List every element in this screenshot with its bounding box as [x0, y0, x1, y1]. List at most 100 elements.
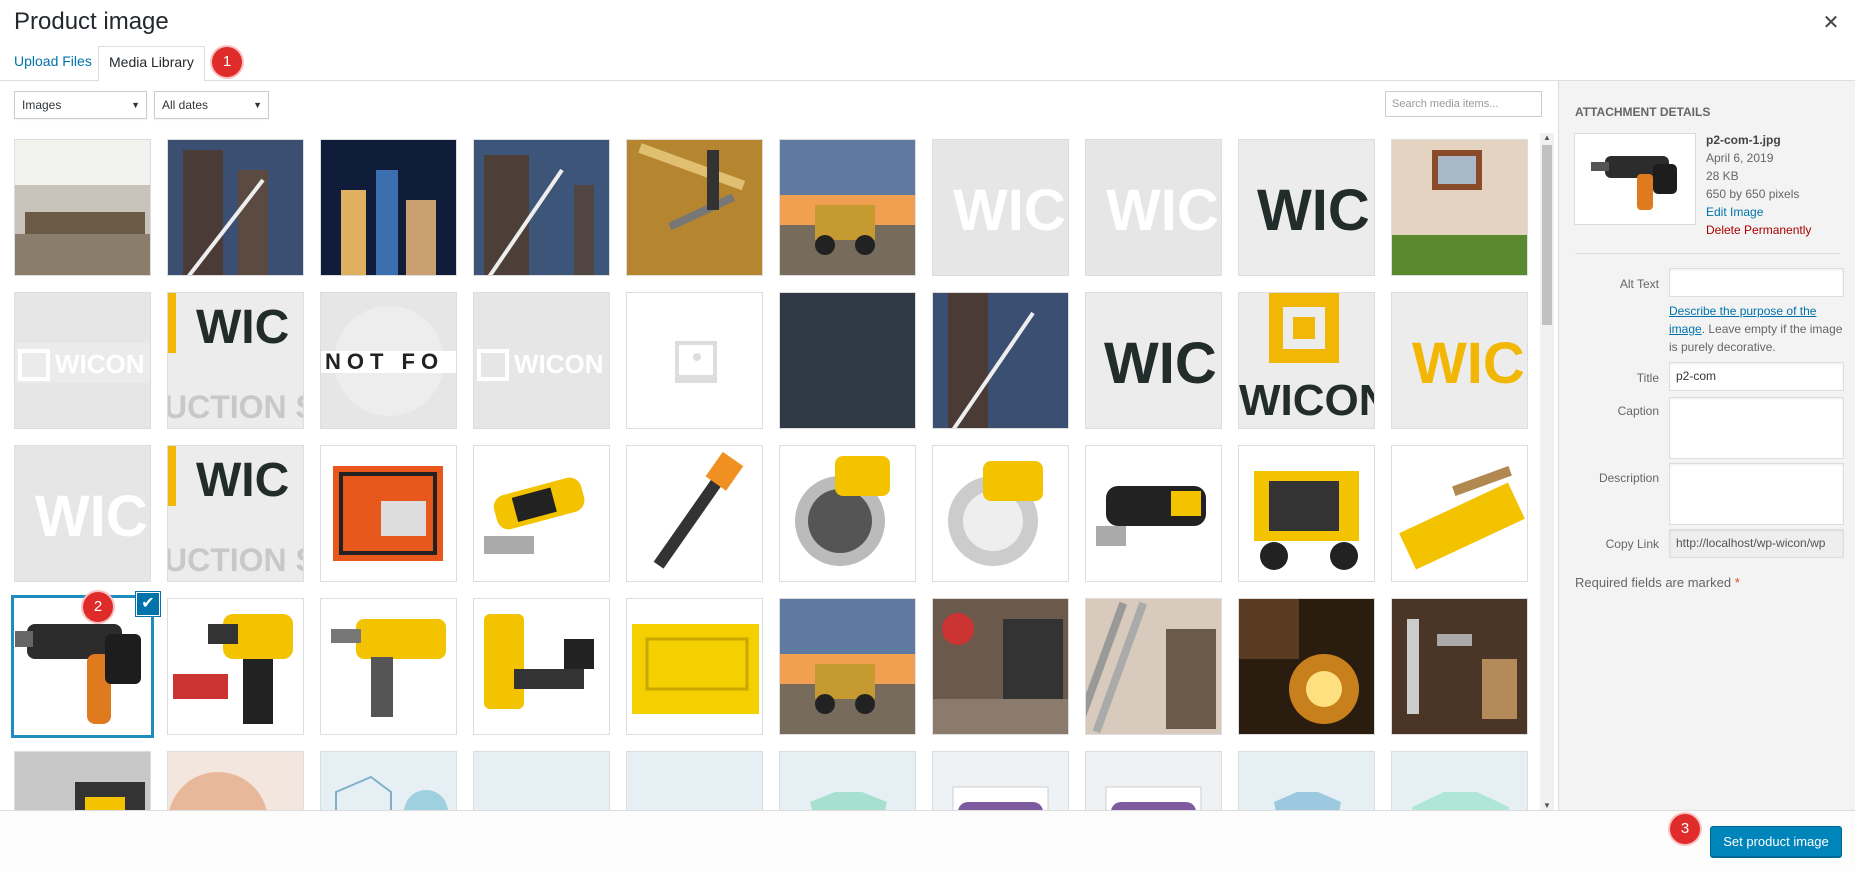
caption-field[interactable] — [1669, 397, 1844, 459]
attachment-tile[interactable] — [1238, 751, 1375, 810]
scroll-down-icon[interactable]: ▼ — [1543, 801, 1551, 810]
attachment-thumbnail — [627, 140, 762, 275]
attachment-tile[interactable]: WOO — [1085, 751, 1222, 810]
attachment-tile[interactable]: WIC UCTION S — [167, 292, 304, 429]
attachment-tile[interactable] — [779, 445, 916, 582]
alt-text-help: Describe the purpose of the image. Leave… — [1669, 302, 1849, 356]
alt-text-field[interactable] — [1669, 268, 1844, 297]
title-field[interactable]: p2-com — [1669, 362, 1844, 391]
attachment-tile[interactable] — [473, 139, 610, 276]
attachment-tile[interactable] — [473, 445, 610, 582]
attachment-tile[interactable] — [1391, 598, 1528, 735]
attachment-tile[interactable]: WICON — [1238, 292, 1375, 429]
attachment-tile[interactable] — [320, 751, 457, 810]
attachment-thumbnail — [780, 446, 915, 581]
modal-footer — [0, 810, 1855, 871]
media-type-select[interactable]: Images ▼ — [14, 91, 147, 119]
attachment-tile[interactable]: WIC — [1391, 292, 1528, 429]
close-icon[interactable]: ✕ — [1817, 8, 1845, 36]
attachment-thumbnail — [1239, 752, 1374, 810]
attachment-tile[interactable] — [167, 139, 304, 276]
attachment-thumbnail — [780, 599, 915, 734]
details-meta: p2-com-1.jpg April 6, 2019 28 KB 650 by … — [1706, 131, 1811, 239]
attachment-tile[interactable] — [1085, 598, 1222, 735]
attachment-tile[interactable]: WIC UCTION S — [167, 445, 304, 582]
edit-image-link[interactable]: Edit Image — [1706, 203, 1811, 221]
copy-link-label: Copy Link — [1605, 537, 1659, 551]
scrollbar-thumb[interactable] — [1542, 145, 1552, 325]
attachment-tile[interactable] — [1391, 445, 1528, 582]
attachment-thumbnail — [474, 752, 609, 810]
attachment-tile[interactable] — [932, 292, 1069, 429]
attachment-thumbnail — [1392, 140, 1527, 275]
attachment-tile[interactable] — [626, 751, 763, 810]
attachments-grid: WICWICWICWICONWICUCTION SNOT FOWICONWICW… — [0, 133, 1530, 810]
attachment-tile[interactable]: WIC — [932, 139, 1069, 276]
attachment-thumbnail — [321, 752, 456, 810]
attachment-tile[interactable]: NOT FO — [320, 292, 457, 429]
scroll-up-icon[interactable]: ▲ — [1543, 133, 1551, 142]
description-field[interactable] — [1669, 463, 1844, 525]
attachment-thumbnail — [627, 599, 762, 734]
attachment-tile[interactable] — [779, 598, 916, 735]
details-heading: Attachment Details — [1575, 105, 1711, 119]
attachment-tile[interactable]: WIC — [1085, 292, 1222, 429]
attachment-tile[interactable] — [473, 751, 610, 810]
attachment-tile[interactable]: WIC — [1085, 139, 1222, 276]
grid-scrollbar[interactable]: ▲ ▼ — [1540, 133, 1554, 810]
attachment-tile[interactable] — [14, 139, 151, 276]
attachment-tile[interactable] — [1238, 598, 1375, 735]
attachment-thumbnail — [1392, 599, 1527, 734]
attachment-tile[interactable] — [167, 751, 304, 810]
required-star: * — [1734, 575, 1740, 590]
copy-link-field[interactable]: http://localhost/wp-wicon/wp — [1669, 529, 1844, 558]
search-media-input[interactable]: Search media items... — [1385, 91, 1542, 117]
attachment-thumbnail — [168, 752, 303, 810]
attachment-tile[interactable] — [320, 598, 457, 735]
attachment-thumbnail — [1239, 446, 1374, 581]
attachment-tile[interactable]: WOO — [932, 751, 1069, 810]
delete-permanently-link[interactable]: Delete Permanently — [1706, 221, 1811, 239]
attachment-tile[interactable] — [1391, 751, 1528, 810]
svg-text:WICON: WICON — [514, 349, 604, 379]
attachment-tile[interactable] — [626, 445, 763, 582]
svg-text:WIC: WIC — [196, 301, 289, 354]
required-note-text: Required fields are marked — [1575, 575, 1732, 590]
attachment-tile[interactable] — [626, 292, 763, 429]
attachment-tile[interactable] — [779, 751, 916, 810]
attachment-tile[interactable] — [626, 139, 763, 276]
attachment-tile[interactable] — [14, 751, 151, 810]
description-label: Description — [1598, 471, 1659, 485]
attachment-tile[interactable] — [932, 598, 1069, 735]
svg-text:WIC: WIC — [196, 454, 289, 507]
attachment-thumbnail — [1392, 752, 1527, 810]
attachment-tile[interactable] — [1085, 445, 1222, 582]
attachment-thumbnail — [627, 293, 762, 428]
attachment-tile[interactable] — [320, 139, 457, 276]
attachment-thumbnail: WIC UCTION S — [168, 293, 303, 428]
attachment-tile[interactable] — [167, 598, 304, 735]
selected-check-icon[interactable]: ✔ — [136, 592, 160, 616]
attachment-tile[interactable]: WICON — [14, 292, 151, 429]
attachment-tile[interactable] — [626, 598, 763, 735]
attachment-tile[interactable]: WICON — [473, 292, 610, 429]
attachment-tile[interactable]: WIC — [1238, 139, 1375, 276]
attachment-thumbnail — [933, 446, 1068, 581]
details-thumbnail — [1575, 134, 1695, 224]
attachment-tile[interactable] — [1391, 139, 1528, 276]
set-product-image-button[interactable]: Set product image — [1710, 826, 1842, 857]
attachment-tile[interactable]: WIC — [14, 445, 151, 582]
tab-upload-files[interactable]: Upload Files — [4, 46, 102, 81]
attachment-tile[interactable] — [932, 445, 1069, 582]
tab-media-library[interactable]: Media Library — [98, 46, 205, 82]
attachment-tile[interactable] — [320, 445, 457, 582]
attachment-tile[interactable] — [779, 139, 916, 276]
attachment-tile[interactable] — [1238, 445, 1375, 582]
date-filter-select[interactable]: All dates ▼ — [154, 91, 269, 119]
attachment-thumbnail: WIC — [15, 446, 150, 581]
attachment-tile[interactable] — [779, 292, 916, 429]
attachment-tile[interactable] — [11, 595, 154, 738]
attachment-thumbnail — [1086, 599, 1221, 734]
attachment-thumbnail — [15, 752, 150, 810]
attachment-tile[interactable] — [473, 598, 610, 735]
